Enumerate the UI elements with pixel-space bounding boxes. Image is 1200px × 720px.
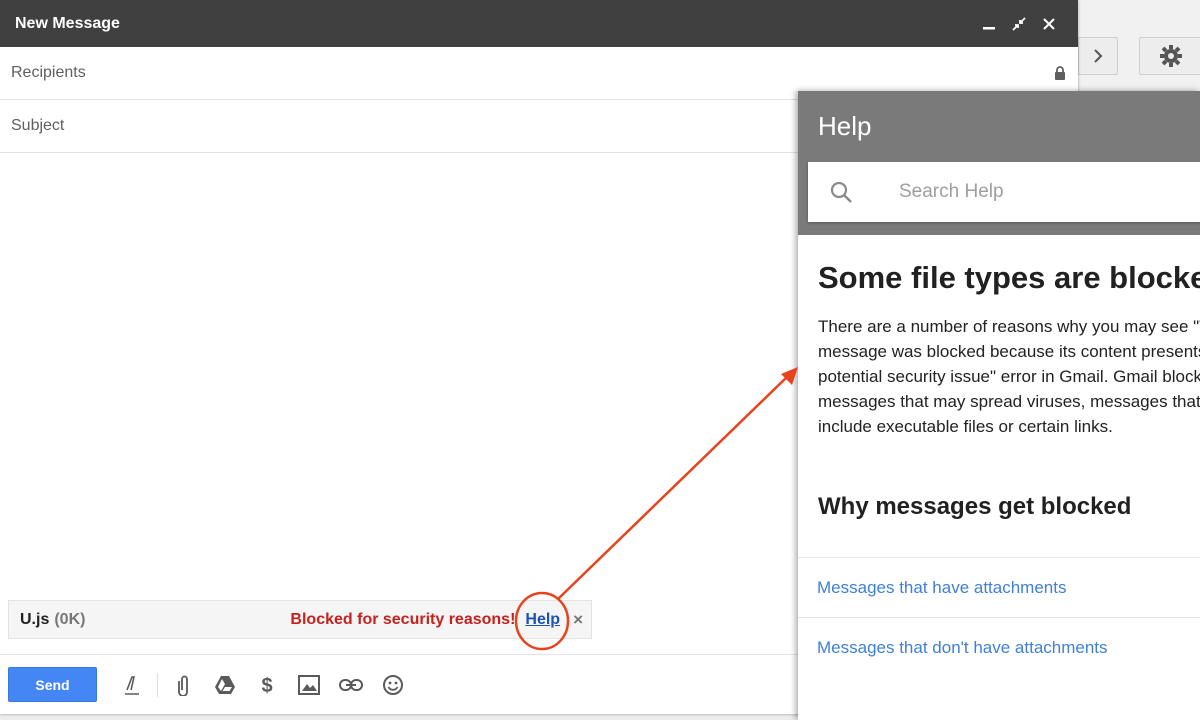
search-icon <box>830 181 852 203</box>
search-icon-wrap <box>808 180 874 204</box>
next-page-button[interactable] <box>1078 37 1118 75</box>
close-icon <box>1043 17 1055 30</box>
insert-drive-button[interactable] <box>204 667 246 702</box>
expand-button[interactable] <box>1004 9 1034 39</box>
insert-emoji-button[interactable] <box>372 667 414 702</box>
article-title: Some file types are blocked <box>818 260 1200 295</box>
remove-attachment-button[interactable]: × <box>573 610 583 630</box>
gear-icon <box>1160 45 1182 67</box>
attachment-file-size: (0K) <box>54 610 86 628</box>
formatting-icon <box>125 675 139 695</box>
help-header: Help Search Help <box>798 91 1200 235</box>
recipients-input[interactable]: Recipients <box>11 64 1054 82</box>
help-panel: Help Search Help Some file types are blo… <box>798 91 1200 720</box>
article-text: There are a number of reasons why you ma… <box>818 317 1200 436</box>
drive-icon <box>215 675 235 694</box>
insert-link-button[interactable] <box>330 667 372 702</box>
help-search-input[interactable]: Search Help <box>899 181 1004 203</box>
lock-icon <box>1055 66 1065 80</box>
blocked-status-text: Blocked for security reasons! <box>290 610 516 628</box>
minimize-button[interactable] <box>974 9 1004 39</box>
insert-photo-button[interactable] <box>288 667 330 702</box>
toolbar-divider <box>157 672 158 697</box>
help-link-without-attachments[interactable]: Messages that don't have attachments <box>798 617 1200 677</box>
send-money-button[interactable]: $ <box>246 667 288 702</box>
formatting-button[interactable] <box>111 667 153 702</box>
expand-icon <box>1012 16 1026 31</box>
photo-icon <box>298 674 320 695</box>
money-icon: $ <box>261 675 272 696</box>
compose-title: New Message <box>15 14 120 32</box>
attach-files-button[interactable] <box>162 667 204 702</box>
emoji-icon <box>383 674 403 695</box>
attach-icon <box>178 675 188 696</box>
minimize-icon <box>983 26 995 29</box>
link-icon <box>339 678 363 691</box>
help-title: Help <box>818 111 872 141</box>
svg-text:$: $ <box>261 675 272 696</box>
help-search-box[interactable]: Search Help <box>808 162 1200 222</box>
help-link-with-attachments[interactable]: Messages that have attachments <box>798 557 1200 617</box>
send-button[interactable]: Send <box>8 667 97 702</box>
chevron-right-icon <box>1094 49 1103 63</box>
attachment-help-link[interactable]: Help <box>525 611 560 629</box>
section-title: Why messages get blocked <box>818 493 1132 520</box>
attachment-chip: U.js (0K) Blocked for security reasons! … <box>8 600 592 639</box>
compose-header: New Message <box>0 0 1078 47</box>
attachment-file-name[interactable]: U.js <box>20 611 49 629</box>
help-article: Some file types are blocked There are a … <box>798 235 1200 677</box>
close-compose-button[interactable] <box>1034 9 1064 39</box>
settings-button[interactable] <box>1139 37 1200 75</box>
